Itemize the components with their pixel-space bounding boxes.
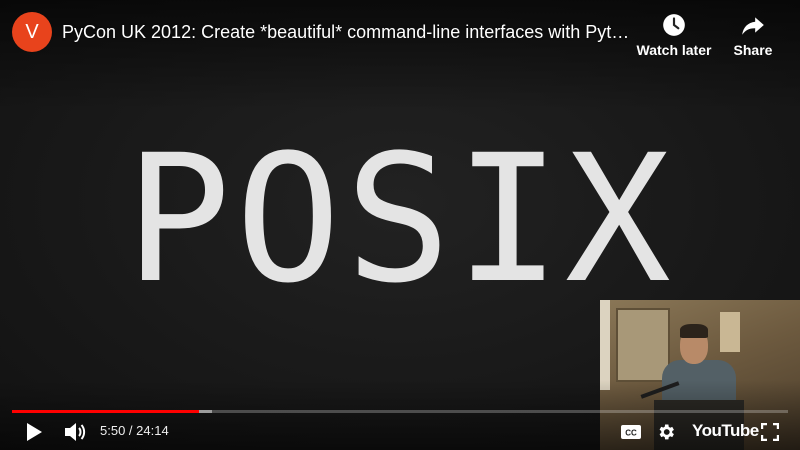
duration: 24:14 [136,423,169,438]
clock-icon [663,14,685,36]
youtube-logo[interactable]: YouTube [692,421,759,441]
gear-icon [659,424,674,440]
settings-button[interactable] [654,420,678,444]
slide-text: POSIX [125,117,675,322]
fullscreen-icon [761,423,779,441]
time-display: 5:50 / 24:14 [100,423,169,438]
play-button[interactable] [22,420,46,444]
camera-wall-strip [600,300,610,390]
bottom-gradient [0,380,800,450]
share-label: Share [733,42,773,58]
time-separator: / [125,423,137,438]
subtitles-button[interactable]: CC [618,420,644,444]
share-button[interactable]: Share [728,12,778,58]
watch-later-label: Watch later [636,42,712,58]
volume-icon [65,423,86,441]
current-time: 5:50 [100,423,126,438]
video-player[interactable]: POSIX V PyCon UK 2012: Create *beautiful… [0,0,800,450]
share-icon [742,17,764,35]
speaker-hair [680,324,708,338]
fullscreen-button[interactable] [758,420,782,444]
svg-text:CC: CC [625,429,637,438]
closed-captions-icon: CC [621,425,641,439]
watch-later-button[interactable]: Watch later [634,12,714,58]
video-title[interactable]: PyCon UK 2012: Create *beautiful* comman… [62,20,632,44]
camera-wall-frame [720,312,740,352]
volume-button[interactable] [62,420,88,444]
progress-played [12,410,199,413]
progress-bar[interactable] [12,410,788,413]
channel-avatar[interactable]: V [12,12,52,52]
play-icon [27,423,42,441]
camera-wall-panel [616,308,670,382]
